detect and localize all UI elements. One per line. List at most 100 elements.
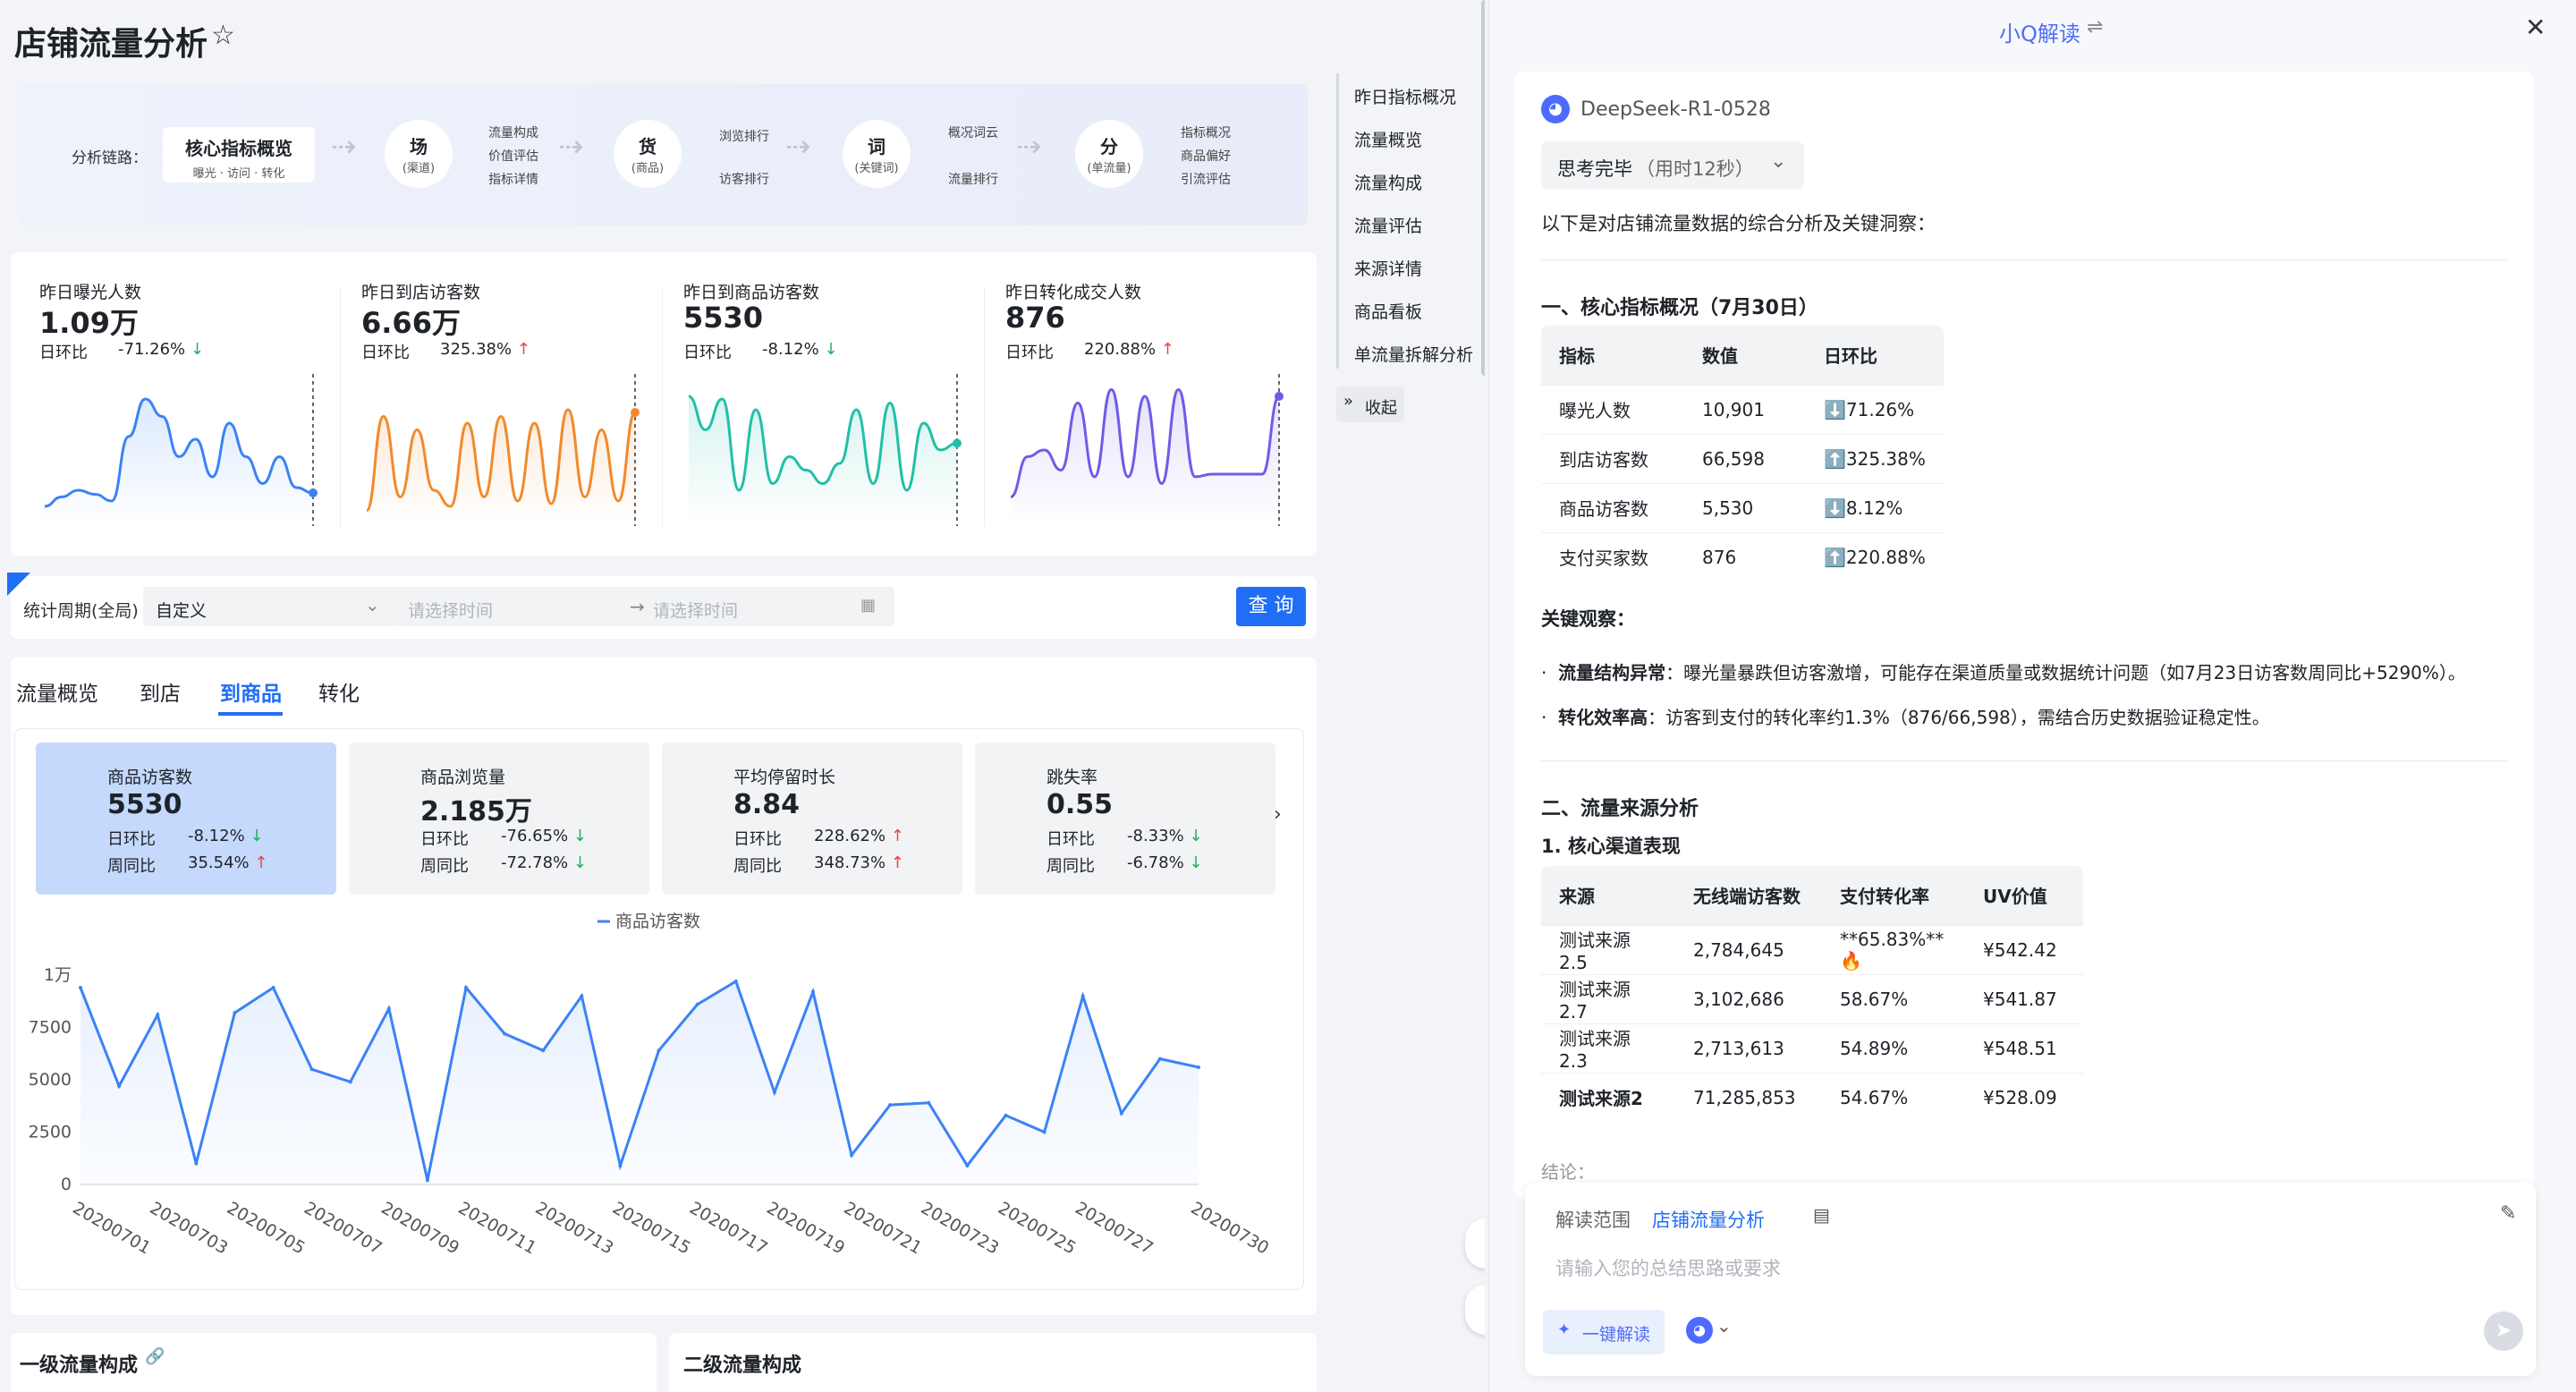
- table-row: 商品访客数 5,530 ⬇️8.12%: [1541, 482, 1944, 532]
- data-point: [657, 1048, 661, 1053]
- start-date-input[interactable]: 请选择时间: [408, 598, 493, 622]
- kpi-value: 5530: [107, 789, 182, 820]
- kpi-day-label: 日环比: [420, 830, 469, 849]
- chain-leaf[interactable]: 商品偏好: [1181, 147, 1231, 165]
- chevron-down-icon[interactable]: ⌄: [1716, 1315, 1732, 1337]
- metric-card[interactable]: 昨日到商品访客数 5530 日环比 -8.12% ↓: [662, 268, 975, 537]
- node-sub: (渠道): [402, 162, 436, 175]
- metric-card[interactable]: 昨日转化成交人数 876 日环比 220.88% ↑: [984, 268, 1297, 537]
- chain-leaf[interactable]: 概况词云: [948, 123, 998, 141]
- ai-panel: 小Q解读 ⇌ ✕ ◕ DeepSeek-R1-0528 思考完毕 （用时12秒）…: [1488, 0, 2576, 1392]
- node-title: 词: [868, 136, 886, 157]
- kpi-card[interactable]: 商品浏览量 2.185万 日环比 -76.65% ↓ 周同比 -72.78% ↓: [349, 743, 649, 895]
- table-cell: 58.67%: [1822, 973, 1965, 1023]
- metric-sparkline: [44, 374, 318, 526]
- table-row: 测试来源2.5 2,784,645 **65.83%**🔥 ¥542.42: [1541, 924, 2083, 974]
- close-icon[interactable]: ✕: [2525, 13, 2546, 42]
- data-point: [541, 1048, 546, 1053]
- double-chevron-icon: »: [1343, 392, 1354, 411]
- model-select-icon[interactable]: ◕: [1686, 1317, 1713, 1344]
- data-point: [1042, 1130, 1046, 1134]
- tab-goods[interactable]: 到商品: [220, 676, 282, 707]
- end-date-input[interactable]: 请选择时间: [653, 598, 738, 622]
- calendar-icon: ▦: [860, 596, 877, 615]
- nav-item[interactable]: 商品看板: [1354, 299, 1422, 323]
- data-point: [695, 1002, 699, 1006]
- kpi-card[interactable]: 平均停留时长 8.84 日环比 228.62% ↑ 周同比 348.73% ↑: [662, 743, 962, 895]
- chain-leaf[interactable]: 指标概况: [1181, 123, 1231, 141]
- tab-conversion[interactable]: 转化: [318, 676, 360, 707]
- thinking-toggle[interactable]: 思考完毕 （用时12秒） ⌄: [1541, 141, 1804, 190]
- scrollbar[interactable]: [1481, 0, 1485, 376]
- node-sub: (商品): [631, 162, 665, 175]
- kpi-day: -8.12% ↓: [188, 827, 264, 845]
- kpi-card[interactable]: 跳失率 0.55 日环比 -8.33% ↓ 周同比 -6.78% ↓: [975, 743, 1275, 895]
- chain-node-channel[interactable]: 场 (渠道): [385, 120, 453, 188]
- edit-icon[interactable]: ✎: [2500, 1202, 2516, 1225]
- collapse-nav-button[interactable]: » 收起: [1336, 386, 1404, 422]
- chain-leaf[interactable]: 指标详情: [488, 170, 538, 188]
- tab-overview[interactable]: 流量概览: [16, 676, 98, 707]
- star-icon[interactable]: ☆: [211, 20, 235, 51]
- arrow-down-icon: ↓: [572, 853, 587, 872]
- panel-title: 小Q解读: [1999, 21, 2080, 47]
- chain-leaf[interactable]: 访客排行: [719, 170, 769, 188]
- nav-item[interactable]: 流量概览: [1354, 127, 1422, 151]
- x-tick-label: 20200711: [455, 1198, 540, 1258]
- observation-1-bold: 流量结构异常: [1558, 662, 1666, 683]
- tab-store[interactable]: 到店: [140, 676, 181, 707]
- metric-card[interactable]: 昨日曝光人数 1.09万 日环比 -71.26% ↓: [27, 268, 331, 537]
- thinking-time: （用时12秒）: [1636, 158, 1754, 180]
- kpi-day-value: -8.12%: [188, 827, 245, 845]
- send-icon[interactable]: ➤: [2484, 1311, 2523, 1351]
- table-row: 测试来源2.3 2,713,613 54.89% ¥548.51: [1541, 1023, 2083, 1073]
- chain-leaf[interactable]: 流量构成: [488, 123, 538, 141]
- arrow-up-icon: ↑: [516, 340, 530, 359]
- chain-leaf[interactable]: 引流评估: [1181, 170, 1231, 188]
- table-header: 日环比: [1806, 326, 1944, 385]
- y-tick-label: 0: [61, 1175, 72, 1194]
- float-assistant-icon[interactable]: [1465, 1218, 1485, 1269]
- float-tool-icon[interactable]: [1465, 1285, 1485, 1335]
- data-point: [117, 1084, 122, 1089]
- switch-icon[interactable]: ⇌: [2087, 16, 2103, 38]
- chain-node-keyword[interactable]: 词 (关键词): [843, 120, 911, 188]
- nav-item[interactable]: 来源详情: [1354, 256, 1422, 280]
- arrow-up-icon: ↑: [890, 853, 904, 872]
- kpi-card[interactable]: 商品访客数 5530 日环比 -8.12% ↓ 周同比 35.54% ↑: [36, 743, 336, 895]
- chain-core[interactable]: 核心指标概览 曝光 · 访问 · 转化: [163, 127, 315, 182]
- chain-leaf[interactable]: 浏览排行: [719, 127, 769, 145]
- table-cell: 876: [1684, 531, 1806, 581]
- arrow-down-icon: ↓: [824, 340, 838, 359]
- table-cell: 66,598: [1684, 433, 1806, 483]
- link-icon[interactable]: 🔗: [145, 1347, 165, 1366]
- arrow-up-icon: ↑: [1160, 340, 1174, 359]
- date-range-picker[interactable]: 请选择时间 → 请选择时间 ▦: [394, 587, 894, 626]
- nav-item[interactable]: 流量评估: [1354, 213, 1422, 237]
- data-point: [927, 1100, 931, 1105]
- nav-item[interactable]: 流量构成: [1354, 170, 1422, 194]
- chain-node-single[interactable]: 分 (单流量): [1075, 120, 1143, 188]
- scope-value[interactable]: 店铺流量分析: [1652, 1206, 1765, 1233]
- nav-item[interactable]: 单流量拆解分析: [1354, 342, 1473, 366]
- table-cell: 10,901: [1684, 384, 1806, 434]
- kpi-week-value: 35.54%: [188, 853, 250, 872]
- query-button[interactable]: 查 询: [1236, 587, 1306, 626]
- observation-title: 关键观察：: [1541, 608, 1635, 630]
- settings-icon[interactable]: ▤: [1813, 1204, 1830, 1226]
- metric-card[interactable]: 昨日到店访客数 6.66万 日环比 325.38% ↑: [340, 268, 653, 537]
- chain-leaf[interactable]: 流量排行: [948, 170, 998, 188]
- data-point: [271, 986, 275, 990]
- arrow-right-icon: ⇢: [331, 129, 357, 165]
- chain-node-goods[interactable]: 货 (商品): [614, 120, 682, 188]
- period-select[interactable]: 自定义 ⌄: [143, 587, 397, 626]
- nav-item[interactable]: 昨日指标概况: [1354, 84, 1456, 108]
- data-point: [309, 1067, 314, 1072]
- x-tick-label: 20200717: [686, 1198, 771, 1258]
- chain-leaf[interactable]: 价值评估: [488, 147, 538, 165]
- one-click-button[interactable]: ✦ 一键解读: [1543, 1310, 1665, 1354]
- summary-input[interactable]: 请输入您的总结思路或要求: [1555, 1254, 1781, 1281]
- y-tick-label: 5000: [29, 1070, 72, 1090]
- table-cell: 测试来源2.5: [1541, 924, 1675, 974]
- chevron-right-icon[interactable]: ›: [1274, 803, 1282, 826]
